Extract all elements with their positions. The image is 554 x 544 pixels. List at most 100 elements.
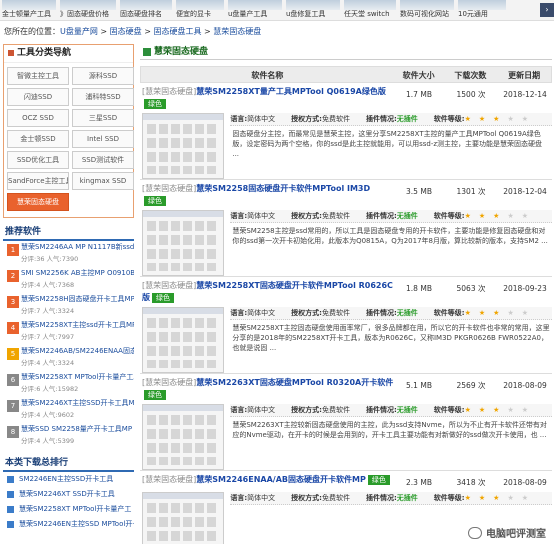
rank-list-item[interactable]: 慧荣SM2246EN主控SSD MPTool开卡工具 (3, 517, 134, 532)
top-strip-item[interactable]: 金士顿量产工具 (0, 0, 58, 21)
recommend-item[interactable]: 4慧荣SM2258XT主控ssd开卡工具MPTool分评:7 人气:7997 (3, 319, 134, 345)
category-button[interactable]: 闪迪SSD (7, 88, 69, 106)
top-strip-item[interactable]: 便宜的显卡 (174, 0, 226, 21)
breadcrumb-link[interactable]: 慧荣固态硬盘 (213, 27, 261, 36)
star-icon: ★ (493, 309, 500, 317)
category-button[interactable]: 源科SSD (72, 67, 134, 85)
license-meta: 授权方式:免费软件 (291, 113, 358, 125)
top-strip-item[interactable]: u盘量产工具 (226, 0, 284, 21)
top-strip-item[interactable]: 》固态硬盘价格 (58, 0, 118, 21)
recommend-item-title[interactable]: SMI SM2256K AB主控MP O0910B新工具 (21, 267, 134, 280)
left-column: 工具分类导航 智微主控工具 源科SSD 闪迪SSD 浦科特SSD OCZ SSD 三星SS… (3, 44, 134, 532)
recommend-item-title[interactable]: 慧荣SM2246XT主控SSD开卡工具MP (21, 397, 134, 410)
thumbnail-grid-rows (147, 503, 220, 544)
top-strip-item[interactable]: u盘修复工具 (284, 0, 342, 21)
top-strip-label: 任天堂 switch (344, 10, 390, 18)
category-button[interactable]: kingmax SSD (72, 172, 134, 190)
screenshot-thumbnail[interactable] (142, 492, 225, 544)
rank-item-title[interactable]: 慧荣SM2246XT SSD开卡工具 (19, 490, 115, 498)
lang-meta: 语言:简体中文 (230, 210, 283, 222)
category-button[interactable]: 金士顿SSD (7, 130, 69, 148)
recommend-item[interactable]: 8 慧荣SSD SM2258量产开卡工具MP C 分评:4 人气:5399 (3, 423, 134, 449)
recommend-item-title[interactable]: 慧荣SM2246AB/SM2246ENAA固态硬盘 (21, 345, 134, 358)
recommend-item[interactable]: 2SMI SM2256K AB主控MP O0910B新工具分评:4 人气:736… (3, 267, 134, 293)
top-strip-item[interactable]: 10元通用 (456, 0, 508, 21)
plugin-value: 无插件 (396, 212, 418, 220)
recommend-item[interactable]: 1慧荣SM2246AA MP N1117B新ssd量产工分评:36 人气:739… (3, 241, 134, 267)
table-header: 软件名称 软件大小 下载次数 更新日期 (140, 66, 552, 83)
license-value: 免费软件 (321, 212, 350, 220)
entry-description: 慧荣SM2258XT主控固态硬盘使用面率常厂，很多品牌都在用，所以它的开卡软件也… (232, 324, 550, 352)
entry-category-tag[interactable]: [慧荣固态硬盘] (142, 184, 196, 193)
rank-item-title[interactable]: 慧荣SM2246EN主控SSD MPTool开卡工具 (19, 520, 134, 528)
star-icon: ★ (507, 115, 514, 123)
rank-item-title[interactable]: SM2246EN主控SSD开卡工具 (19, 475, 113, 483)
rank-number-badge: 2 (7, 270, 19, 282)
recommend-item[interactable]: 6 慧荣SM2258XT MPTool开卡量产工具 分评:6 人气:15982 (3, 371, 134, 397)
recommend-item-meta: 分评:6 人气:15982 (21, 385, 79, 393)
breadcrumb-link[interactable]: 固态硬盘工具 (153, 27, 201, 36)
header-size: 软件大小 (402, 71, 435, 80)
category-button[interactable]: 三星SSD (72, 109, 134, 127)
chevron-right-icon[interactable]: › (540, 3, 554, 17)
entry-name-link[interactable]: 慧荣SM2258XT量产工具MPTool Q0619A绿色版 (196, 87, 386, 96)
top-strip-item[interactable]: 数码可视化网站 (398, 0, 456, 21)
rank-list-item[interactable]: 慧荣SM2258XT MPTool开卡量产工 (3, 502, 134, 517)
category-button[interactable]: 智微主控工具 (7, 67, 69, 85)
entry-name-link[interactable]: 慧荣SM2258固态硬盘开卡软件MPTool IM3D (196, 184, 370, 193)
recommend-list: 1慧荣SM2246AA MP N1117B新ssd量产工分评:36 人气:739… (3, 241, 134, 449)
watermark: 电脑吧评测室 (468, 525, 546, 540)
screenshot-thumbnail[interactable] (142, 404, 225, 470)
thumbnail-grid-rows (147, 318, 220, 368)
top-strip-label: u盘修复工具 (286, 10, 326, 18)
star-rating: ★ ★ ★ ★ ★ (465, 309, 536, 317)
thumbnail-titlebar (143, 405, 224, 411)
plugin-label: 插件情况: (365, 309, 397, 317)
entry-downloads: 1301 次 (456, 187, 486, 196)
category-button[interactable]: SandForce主控工具 (7, 172, 69, 190)
rank-number-badge: 5 (7, 348, 19, 360)
entry-category-tag[interactable]: [慧荣固态硬盘] (142, 87, 196, 96)
license-label: 授权方式: (291, 212, 322, 220)
breadcrumb-link[interactable]: 固态硬盘 (110, 27, 142, 36)
recommend-item-title[interactable]: 慧荣SM2258H固态硬盘开卡工具MP (21, 293, 134, 306)
screenshot-thumbnail[interactable] (142, 210, 225, 276)
rank-list-item[interactable]: 慧荣SM2246XT SSD开卡工具 (3, 487, 134, 502)
category-button[interactable]: OCZ SSD (7, 109, 69, 127)
breadcrumb-separator: > (97, 27, 110, 36)
category-button[interactable]: SSD优化工具 (7, 151, 69, 169)
entry-category-tag[interactable]: [慧荣固态硬盘] (142, 475, 196, 484)
top-strip-item[interactable]: 任天堂 switch (342, 0, 398, 21)
rank-list-item[interactable]: SM2246EN主控SSD开卡工具 (3, 472, 134, 487)
entry-name-link[interactable]: 慧荣SM2263XT固态硬盘MPTool R0320A开卡软件 (196, 378, 393, 387)
recommend-item-meta: 分评:4 人气:9602 (21, 411, 75, 419)
breadcrumb-link[interactable]: U盘量产网 (60, 27, 98, 36)
entry-category-tag[interactable]: [慧荣固态硬盘] (142, 378, 196, 387)
recommend-item-title[interactable]: 慧荣SSD SM2258量产开卡工具MP C (21, 423, 134, 436)
license-meta: 授权方式:免费软件 (291, 210, 358, 222)
header-downloads: 下载次数 (454, 71, 487, 80)
recommend-item[interactable]: 7 慧荣SM2246XT主控SSD开卡工具MP 分评:4 人气:9602 (3, 397, 134, 423)
category-button[interactable]: 浦科特SSD (72, 88, 134, 106)
header-updated: 更新日期 (508, 71, 541, 80)
recommend-item[interactable]: 3 慧荣SM2258H固态硬盘开卡工具MP 分评:7 人气:3324 (3, 293, 134, 319)
entry-date: 2018-08-09 (503, 381, 547, 390)
category-button[interactable]: SSD测试软件 (72, 151, 134, 169)
entry-name-link[interactable]: 慧荣SM2246ENAA/AB固态硬盘开卡软件MP (196, 475, 366, 484)
top-strip-item[interactable]: 固态硬盘排名 (118, 0, 174, 21)
section-icon (143, 47, 151, 56)
category-button[interactable]: 慧荣固态硬盘 (7, 193, 69, 211)
rank-number-badge: 4 (7, 322, 19, 334)
recommend-item-title[interactable]: 慧荣SM2258XT主控ssd开卡工具MPTool (21, 319, 134, 332)
recommend-item-title[interactable]: 慧荣SM2258XT MPTool开卡量产工具 (21, 371, 134, 384)
entry-category-tag[interactable]: [慧荣固态硬盘] (142, 281, 196, 290)
plugin-meta: 插件情况:无插件 (366, 307, 426, 319)
screenshot-thumbnail[interactable] (142, 307, 225, 373)
category-button[interactable]: Intel SSD (72, 130, 134, 148)
rank-item-title[interactable]: 慧荣SM2258XT MPTool开卡量产工 (19, 505, 131, 513)
screenshot-thumbnail[interactable] (142, 113, 225, 179)
recommend-item-title[interactable]: 慧荣SM2246AA MP N1117B新ssd量产工 (21, 241, 134, 254)
recommend-item[interactable]: 5慧荣SM2246AB/SM2246ENAA固态硬盘分评:4 人气:3324 (3, 345, 134, 371)
star-icon: ★ (493, 406, 500, 414)
rating-label: 软件等级: (433, 115, 465, 123)
